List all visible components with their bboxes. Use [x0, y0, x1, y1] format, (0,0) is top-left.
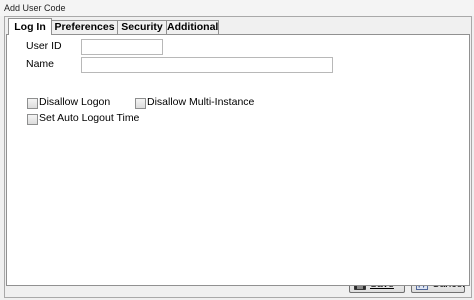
user-id-input[interactable] [81, 39, 163, 55]
log-in-panel: User ID Name Disallow Logon Disallow Mul… [6, 34, 470, 286]
set-auto-logout-time-label: Set Auto Logout Time [39, 112, 140, 124]
name-input[interactable] [81, 57, 333, 73]
disallow-logon-checkbox[interactable] [27, 98, 38, 109]
dialog-window: Log In Preferences Security Additional U… [4, 16, 472, 298]
tab-log-in[interactable]: Log In [8, 18, 52, 35]
disallow-multi-instance-checkbox[interactable] [135, 98, 146, 109]
tab-security[interactable]: Security [117, 20, 167, 34]
window-title: Add User Code [4, 3, 66, 13]
disallow-logon-label: Disallow Logon [39, 96, 111, 108]
title-bar: Add User Code [0, 0, 474, 16]
disallow-multi-instance-label: Disallow Multi-Instance [147, 96, 255, 108]
set-auto-logout-time-checkbox[interactable] [27, 114, 38, 125]
tab-preferences[interactable]: Preferences [51, 20, 118, 34]
tab-additional[interactable]: Additional [166, 20, 219, 34]
name-label: Name [26, 58, 55, 70]
user-id-label: User ID [26, 40, 62, 52]
